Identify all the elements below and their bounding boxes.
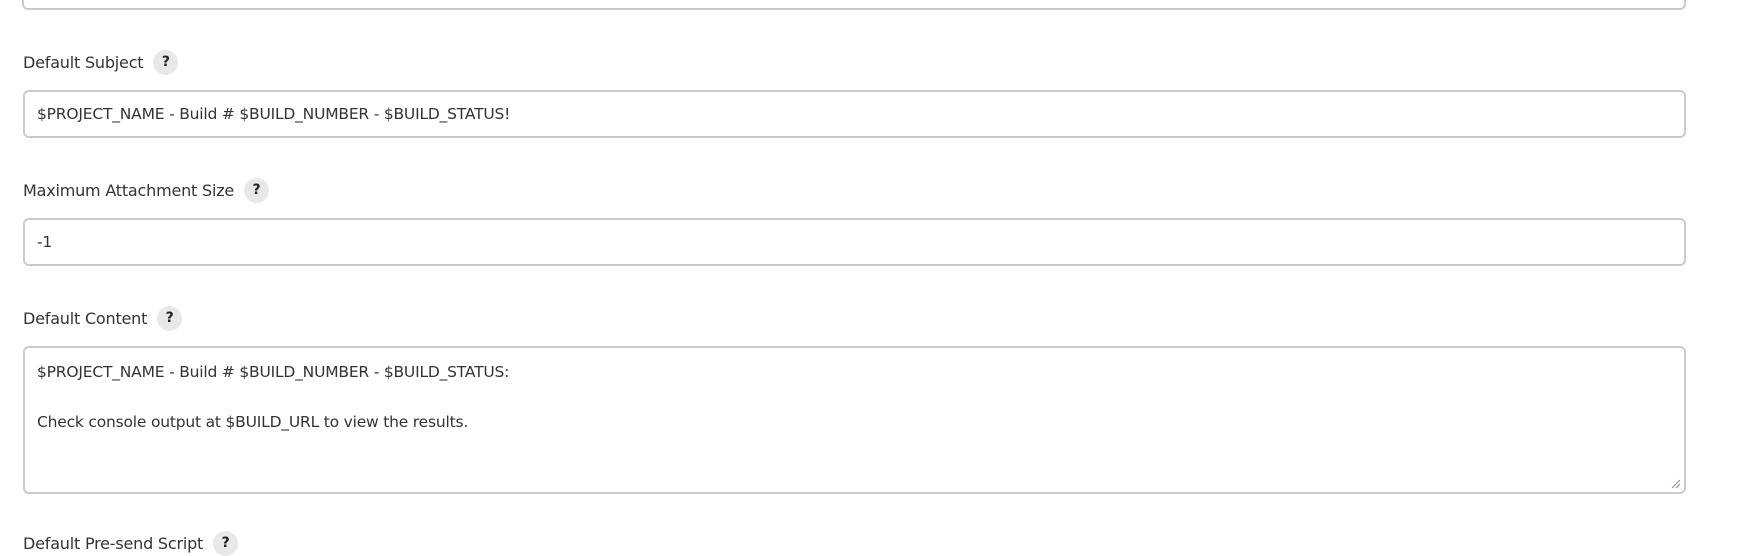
default-subject-label-row: Default Subject ? bbox=[23, 49, 179, 75]
max-attachment-size-label-row: Maximum Attachment Size ? bbox=[23, 177, 270, 203]
resize-handle-icon[interactable] bbox=[1669, 477, 1681, 489]
default-presend-script-label-row: Default Pre-send Script ? bbox=[23, 530, 239, 556]
previous-field-input[interactable] bbox=[22, 0, 1686, 10]
default-presend-script-label: Default Pre-send Script bbox=[23, 533, 204, 553]
max-attachment-size-label: Maximum Attachment Size bbox=[23, 180, 235, 200]
help-icon[interactable]: ? bbox=[157, 305, 183, 331]
help-icon[interactable]: ? bbox=[213, 530, 239, 556]
textarea-line: Check console output at $BUILD_URL to vi… bbox=[37, 413, 469, 431]
help-icon[interactable]: ? bbox=[244, 177, 270, 203]
default-content-textarea[interactable]: $PROJECT_NAME - Build # $BUILD_NUMBER - … bbox=[23, 346, 1686, 494]
help-icon[interactable]: ? bbox=[153, 49, 179, 75]
default-content-label-row: Default Content ? bbox=[23, 305, 183, 331]
max-attachment-size-input[interactable] bbox=[23, 218, 1686, 266]
textarea-line: $PROJECT_NAME - Build # $BUILD_NUMBER - … bbox=[37, 363, 510, 381]
default-subject-label: Default Subject bbox=[23, 52, 144, 72]
default-content-label: Default Content bbox=[23, 308, 148, 328]
default-subject-input[interactable] bbox=[23, 90, 1686, 138]
textarea-line bbox=[37, 385, 1672, 410]
